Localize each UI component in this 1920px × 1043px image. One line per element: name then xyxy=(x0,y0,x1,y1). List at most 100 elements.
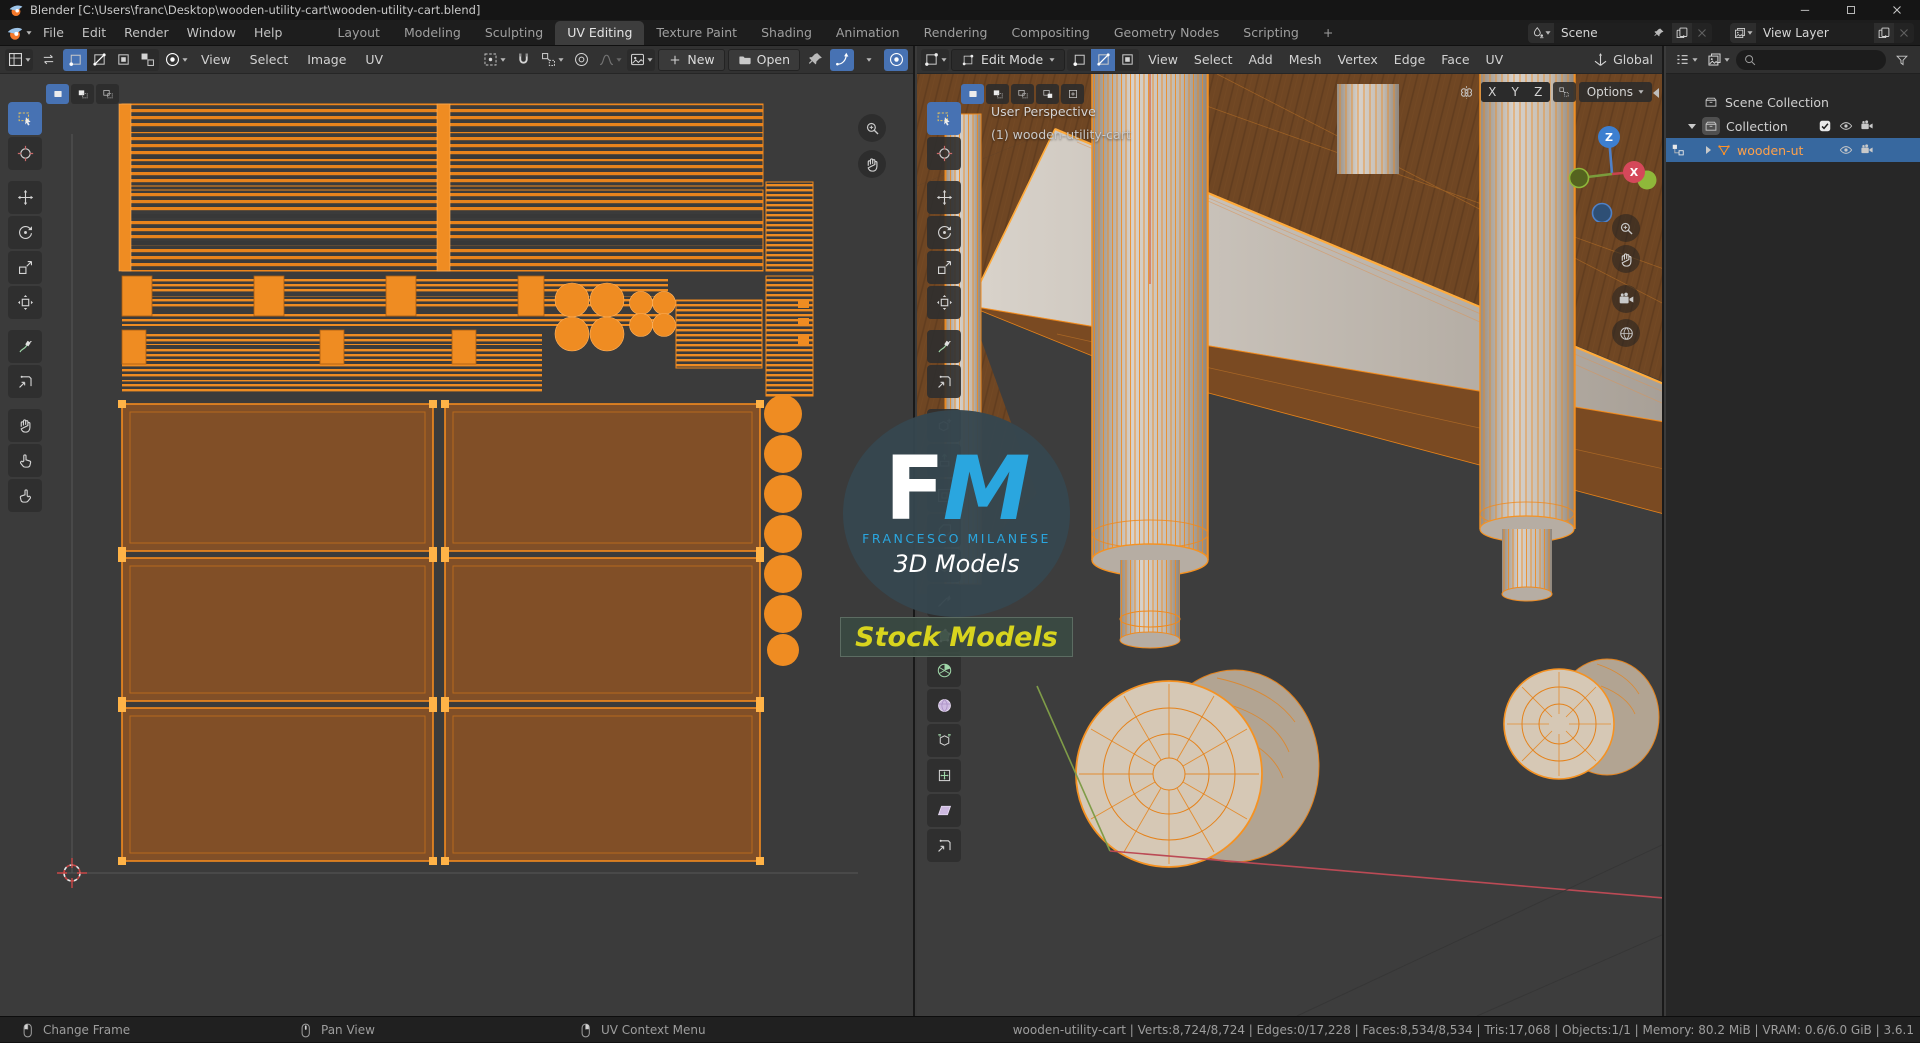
tool-rip-region-3d[interactable] xyxy=(927,829,961,862)
tool-select-box[interactable] xyxy=(8,102,42,135)
tab-rendering[interactable]: Rendering xyxy=(912,21,1000,45)
uv-zoom-button[interactable] xyxy=(858,114,886,142)
menu-file[interactable]: File xyxy=(34,22,73,44)
menu-help[interactable]: Help xyxy=(245,22,292,44)
uv-island-bar-left[interactable] xyxy=(119,104,131,271)
uv-snap-toggle[interactable] xyxy=(511,49,535,71)
uv-image-browse-button[interactable] xyxy=(627,49,655,71)
outliner-display-mode-dropdown[interactable] xyxy=(1672,49,1700,71)
v3d-menu-edge[interactable]: Edge xyxy=(1387,46,1432,73)
gizmo-axis-z-pos[interactable]: Z xyxy=(1598,126,1620,148)
tool-2d-cursor[interactable] xyxy=(8,137,42,170)
uv-select-island-button[interactable] xyxy=(135,49,159,71)
outliner-filter-dropdown[interactable] xyxy=(1704,49,1732,71)
viewport-zoom-button[interactable] xyxy=(1612,214,1640,242)
outliner-row-collection[interactable]: Collection xyxy=(1666,114,1920,138)
v3d-select-mode-subtract[interactable] xyxy=(1011,84,1034,104)
tool-pinch-brush[interactable] xyxy=(8,479,42,512)
uv-select-face-button[interactable] xyxy=(111,49,135,71)
uv-select-edge-button[interactable] xyxy=(87,49,111,71)
tab-layout[interactable]: Layout xyxy=(325,21,392,45)
checkbox-icon[interactable] xyxy=(1818,119,1832,133)
view-axis-gizmo[interactable]: Z X xyxy=(1557,92,1662,222)
uv-select-mode-subtract[interactable] xyxy=(96,84,119,104)
scene-unlink-button[interactable] xyxy=(1692,23,1712,43)
mode-dropdown[interactable]: Edit Mode xyxy=(951,49,1065,71)
uv-pivot-dropdown[interactable] xyxy=(480,49,508,71)
mirror-x-button[interactable]: X xyxy=(1481,82,1504,102)
transform-orientation-dropdown[interactable]: Global xyxy=(1590,49,1658,71)
tool-rotate-3d[interactable] xyxy=(927,216,961,249)
tab-sculpting[interactable]: Sculpting xyxy=(473,21,555,45)
tool-relax-brush[interactable] xyxy=(8,444,42,477)
outliner-row-wooden-ut[interactable]: wooden-ut xyxy=(1666,138,1920,162)
uv-menu-image[interactable]: Image xyxy=(299,46,354,73)
tool-spin[interactable] xyxy=(927,654,961,687)
close-button[interactable] xyxy=(1874,0,1920,20)
view-layer-name-field[interactable]: View Layer xyxy=(1756,23,1874,43)
menu-edit[interactable]: Edit xyxy=(73,22,115,44)
uv-live-unwrap-toggle[interactable] xyxy=(830,49,854,71)
mirror-y-button[interactable]: Y xyxy=(1504,82,1527,102)
options-dropdown[interactable]: Options xyxy=(1579,82,1652,102)
tool-scale[interactable] xyxy=(8,251,42,284)
eye-icon[interactable] xyxy=(1839,119,1853,133)
mirror-icon[interactable] xyxy=(1455,82,1478,102)
v3d-menu-add[interactable]: Add xyxy=(1241,46,1279,73)
uv-pin-image-button[interactable] xyxy=(803,49,827,71)
tool-annotate-3d[interactable] xyxy=(927,330,961,363)
uv-island-right-column[interactable] xyxy=(764,276,813,666)
v3d-menu-uv[interactable]: UV xyxy=(1479,46,1511,73)
disclosure-closed-icon[interactable] xyxy=(1706,146,1711,154)
tab-animation[interactable]: Animation xyxy=(824,21,912,45)
uv-island-dense-block[interactable] xyxy=(676,300,762,368)
uv-select-vertex-button[interactable] xyxy=(63,49,87,71)
uv-menu-uv[interactable]: UV xyxy=(357,46,391,73)
caster-wheel-left[interactable] xyxy=(1076,670,1319,867)
tool-rip-region[interactable] xyxy=(8,365,42,398)
leg-far[interactable] xyxy=(1337,84,1399,174)
v3d-select-mode-intersect[interactable] xyxy=(1061,84,1084,104)
uv-new-image-button[interactable]: New xyxy=(658,49,724,71)
v3d-menu-face[interactable]: Face xyxy=(1434,46,1476,73)
tool-grab-brush[interactable] xyxy=(8,409,42,442)
uv-island-panels[interactable] xyxy=(118,400,764,865)
disclosure-open-icon[interactable] xyxy=(1688,124,1696,129)
uv-pan-button[interactable] xyxy=(858,150,886,178)
v3d-select-mode-invert[interactable] xyxy=(1036,84,1059,104)
tab-geometry-nodes[interactable]: Geometry Nodes xyxy=(1102,21,1231,45)
tab-scripting[interactable]: Scripting xyxy=(1231,21,1311,45)
tool-measure[interactable] xyxy=(927,365,961,398)
uv-island-block-right[interactable] xyxy=(766,182,813,271)
view-layer-new-button[interactable] xyxy=(1874,23,1894,43)
v3d-menu-vertex[interactable]: Vertex xyxy=(1331,46,1385,73)
view-layer-browse-button[interactable] xyxy=(1730,23,1756,43)
tab-modeling[interactable]: Modeling xyxy=(392,21,473,45)
tool-smooth[interactable] xyxy=(927,689,961,722)
scene-new-button[interactable] xyxy=(1672,23,1692,43)
tool-scale-3d[interactable] xyxy=(927,251,961,284)
tab-shading[interactable]: Shading xyxy=(749,21,824,45)
viewport-editor-type-button[interactable] xyxy=(921,49,949,71)
viewport-camera-view-button[interactable] xyxy=(1612,285,1640,313)
tool-move-3d[interactable] xyxy=(927,181,961,214)
uv-select-mode-extend[interactable] xyxy=(71,84,94,104)
tab-texture-paint[interactable]: Texture Paint xyxy=(644,21,749,45)
tool-shrink-fatten[interactable] xyxy=(927,759,961,792)
tool-move[interactable] xyxy=(8,181,42,214)
add-workspace-button[interactable]: + xyxy=(1311,21,1345,45)
view-layer-remove-button[interactable] xyxy=(1894,23,1914,43)
viewport-perspective-toggle-button[interactable] xyxy=(1612,319,1640,347)
v3d-select-mode-extend[interactable] xyxy=(986,84,1009,104)
gizmo-axis-x-pos[interactable]: X xyxy=(1623,161,1645,183)
uv-menu-select[interactable]: Select xyxy=(242,46,297,73)
uv-proportional-edit-toggle[interactable] xyxy=(569,49,593,71)
camera-visibility-icon[interactable] xyxy=(1860,143,1874,157)
v3d-menu-view[interactable]: View xyxy=(1141,46,1185,73)
uv-live-unwrap-dropdown[interactable] xyxy=(857,49,881,71)
tool-rotate[interactable] xyxy=(8,216,42,249)
tool-annotate[interactable] xyxy=(8,330,42,363)
gizmo-axis-z-neg[interactable] xyxy=(1593,204,1612,223)
viewport-pan-button[interactable] xyxy=(1612,245,1640,273)
uv-overlay-toggle[interactable] xyxy=(884,49,908,71)
